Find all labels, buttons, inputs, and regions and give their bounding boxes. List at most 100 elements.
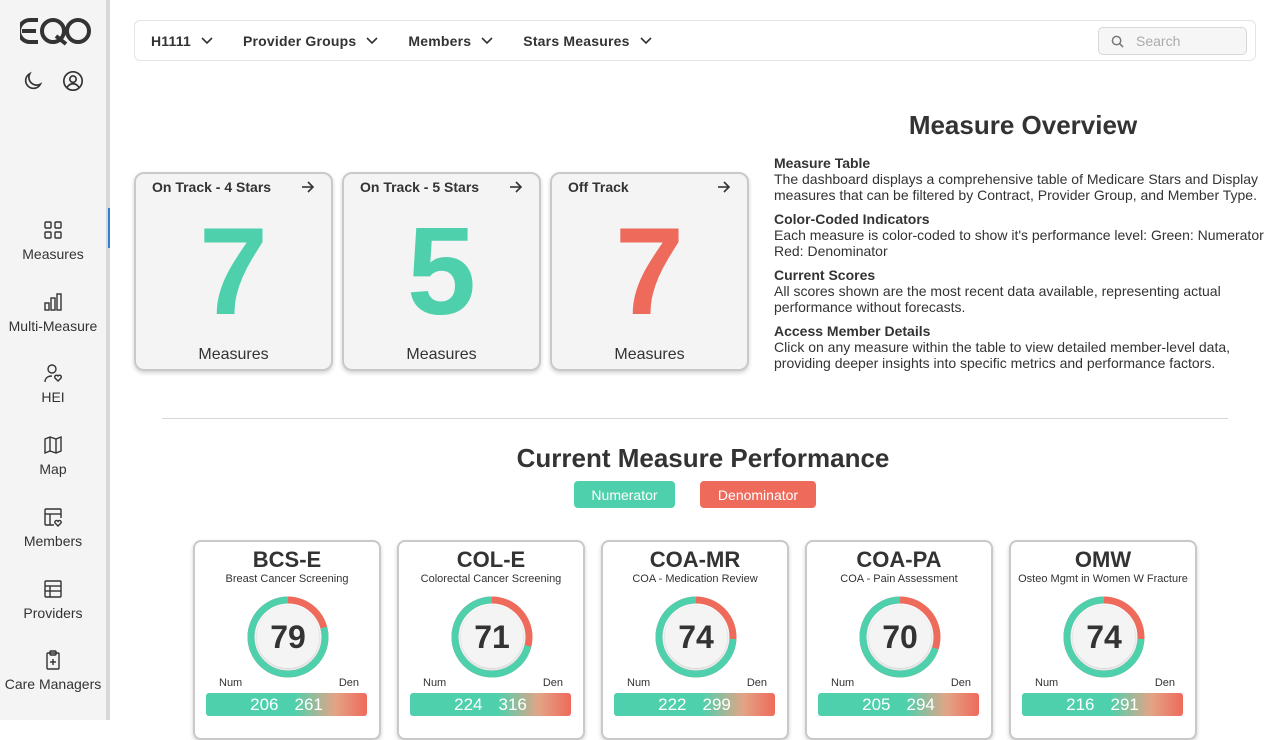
denominator-value: 299 [702,694,731,714]
stat-value: 7 [199,203,268,341]
stat-card-off-track[interactable]: Off Track 7 Measures [550,172,749,371]
sidebar-item-multi-measure[interactable]: Multi-Measure [0,292,106,334]
search-box [1098,27,1247,55]
measure-code: COA-MR [649,547,741,572]
moon-icon[interactable] [22,70,44,92]
stat-unit: Measures [406,346,477,363]
overview-text: All scores shown are the most recent dat… [774,283,1221,315]
sidebar-item-label: HEI [41,389,65,405]
num-label: Num [627,677,651,689]
overview-text: The dashboard displays a comprehensive t… [774,171,1259,203]
num-label: Num [219,677,243,689]
sidebar-item-hei[interactable]: HEI [0,363,106,405]
measure-code: OMW [1074,547,1132,572]
measure-score: 70 [882,618,918,655]
sidebar-item-label: Providers [23,605,83,621]
overview-heading: Current Scores [774,267,876,283]
sidebar-item-providers[interactable]: Providers [0,579,106,621]
num-den-bar: 205 294 [818,693,979,716]
overview-item: Access Member Details Click on any measu… [774,323,1264,371]
overview-heading: Color-Coded Indicators [774,211,930,227]
num-den-bar: 216 291 [1022,693,1183,716]
grid-icon [44,221,62,239]
arrow-right-icon [302,181,315,193]
overview-title: Measure Overview [908,110,1138,140]
filter-bar: H1111 Provider Groups Members Stars Meas… [134,20,1256,61]
den-label: Den [542,677,563,689]
numerator-value: 216 [1066,694,1095,714]
performance-title: Current Measure Performance [516,443,890,473]
eqo-logo[interactable] [20,14,92,48]
stat-title: Off Track [568,179,629,195]
measure-name: COA - Pain Assessment [840,573,958,585]
overview-text: Each measure is color-coded to show it's… [774,227,1264,259]
sidebar-item-label: Care Managers [4,676,102,692]
overview-heading: Access Member Details [774,323,931,339]
arrow-right-icon [510,181,523,193]
stat-title: On Track - 4 Stars [152,179,272,195]
num-den-bar: 222 299 [614,693,775,716]
chevron-down-icon [366,36,378,44]
overview-item: Current Scores All scores shown are the … [774,267,1264,315]
stat-card-on-track-5[interactable]: On Track - 5 Stars 5 Measures [342,172,541,371]
measure-code: BCS-E [252,547,322,572]
numerator-legend[interactable]: Numerator [574,481,675,508]
measure-score: 71 [474,618,510,655]
sidebar-item-measures[interactable]: Measures [0,208,110,262]
measure-card[interactable]: COL-E Colorectal Cancer Screening 71 Num Den… [397,540,585,740]
den-label: Den [746,677,767,689]
num-label: Num [423,677,447,689]
chevron-down-icon [640,36,652,44]
measure-card[interactable]: COA-PA COA - Pain Assessment 70 Num Den 205 29… [805,540,993,740]
overview-item: Measure Table The dashboard displays a c… [774,155,1264,203]
measure-card[interactable]: OMW Osteo Mgmt in Women W Fracture 74 Num De… [1009,540,1197,740]
denominator-value: 294 [906,694,935,714]
num-label: Num [831,677,855,689]
stars-measures-dropdown[interactable]: Stars Measures [523,33,652,49]
measure-name: Breast Cancer Screening [225,573,349,585]
measure-name: COA - Medication Review [632,573,758,585]
sidebar-item-label: Measures [22,246,84,262]
sidebar-item-label: Multi-Measure [8,318,98,334]
den-label: Den [338,677,359,689]
numerator-value: 206 [250,694,279,714]
denominator-value: 316 [498,694,527,714]
stat-unit: Measures [614,346,685,363]
sidebar-item-care-managers[interactable]: Care Managers [0,650,106,692]
section-divider [162,418,1228,419]
dropdown-label: Members [408,32,472,49]
denominator-value: 261 [294,694,323,714]
overview-list: Measure Table The dashboard displays a c… [774,155,1264,379]
sidebar-item-members[interactable]: Members [0,507,106,549]
arrow-right-icon [718,181,731,193]
numerator-value: 224 [454,694,483,714]
search-input[interactable] [1136,33,1236,49]
overview-heading: Measure Table [774,155,871,171]
measure-card[interactable]: COA-MR COA - Medication Review 74 Num Den 222… [601,540,789,740]
measure-score: 74 [678,618,714,655]
table-icon [44,580,62,598]
measure-name: Osteo Mgmt in Women W Fracture [1018,573,1188,585]
measure-card[interactable]: BCS-E Breast Cancer Screening 79 Num Den 206 2… [193,540,381,740]
measure-code: COA-PA [856,547,942,572]
contract-dropdown[interactable]: H1111 [151,33,213,49]
denominator-value: 291 [1110,694,1139,714]
overview-item: Color-Coded Indicators Each measure is c… [774,211,1264,259]
user-circle-icon[interactable] [62,70,84,92]
den-label: Den [950,677,971,689]
stat-value: 7 [615,203,684,341]
dropdown-label: Provider Groups [242,32,357,49]
search-icon [1111,35,1124,48]
denominator-legend[interactable]: Denominator [700,481,816,508]
provider-groups-dropdown[interactable]: Provider Groups [243,33,378,49]
stat-card-on-track-4[interactable]: On Track - 4 Stars 7 Measures [134,172,333,371]
measure-score: 79 [270,618,306,655]
dropdown-label: H1111 [151,32,191,49]
num-den-bar: 206 261 [206,693,367,716]
measure-code: COL-E [456,547,526,572]
members-dropdown[interactable]: Members [408,33,493,49]
person-heart-icon [44,364,62,383]
measure-name: Colorectal Cancer Screening [420,573,562,585]
sidebar: Measures Multi-Measure HEI Map Members P… [0,0,110,720]
den-label: Den [1154,677,1175,689]
